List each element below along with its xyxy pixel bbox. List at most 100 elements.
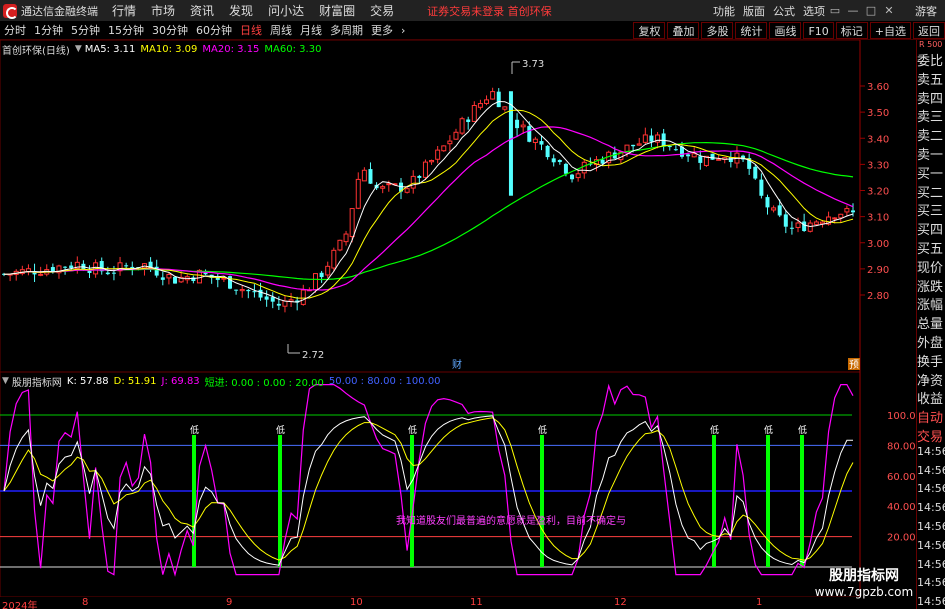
candle-body	[581, 161, 587, 174]
menu-item-xuanxiang[interactable]: 选项	[803, 3, 825, 19]
candle-body	[753, 166, 758, 179]
menu-item-hangqing[interactable]: 行情	[112, 2, 136, 19]
candlesticks	[2, 87, 855, 313]
candle-body	[258, 289, 263, 298]
multi-stock-button[interactable]: 多股	[701, 21, 734, 39]
period-multi[interactable]: 多周期	[326, 22, 367, 39]
guest-user[interactable]: 游客	[915, 3, 937, 19]
close-icon[interactable]: ✕	[881, 4, 897, 17]
indicator-toggle-icon[interactable]: ▼	[2, 376, 9, 386]
menu-item-faxian[interactable]: 发现	[229, 2, 253, 19]
side-label: 14:56	[917, 576, 945, 590]
window-menu-icon[interactable]: ▭	[827, 4, 843, 17]
signal-label: 低	[710, 424, 719, 436]
signal-label: 低	[408, 424, 417, 436]
d-line	[3, 417, 854, 561]
kdj-tick-label: 60.00	[887, 472, 916, 483]
back-button[interactable]: 返回	[913, 21, 945, 39]
menu-item-gongshi[interactable]: 公式	[773, 3, 795, 19]
candle-body	[124, 265, 129, 267]
menu-item-gongneng[interactable]: 功能	[713, 3, 735, 19]
watermark-url: www.7gpzb.com	[814, 585, 914, 599]
d-value: D: 51.91	[113, 375, 157, 387]
overlay-button[interactable]: 叠加	[667, 21, 700, 39]
price-tick-label: 2.90	[867, 265, 889, 276]
candle-body	[631, 144, 636, 147]
price-tick-label: 3.20	[867, 187, 889, 198]
candle-body	[173, 276, 178, 284]
candle-body	[851, 210, 855, 213]
candle-body	[636, 143, 642, 146]
period-daily[interactable]: 日线	[236, 22, 266, 39]
candle-body	[832, 217, 838, 220]
x-label-aug: 8	[82, 597, 89, 608]
candle-body	[532, 138, 538, 143]
minimize-icon[interactable]: —	[845, 4, 861, 17]
price-tick-label: 3.10	[867, 213, 889, 224]
dropdown-arrow-icon[interactable]: ▼	[75, 44, 82, 54]
period-5min[interactable]: 5分钟	[67, 22, 104, 39]
candle-body	[252, 291, 257, 293]
menu-item-banmian[interactable]: 版面	[743, 3, 765, 19]
candle-body	[520, 124, 526, 128]
kdj-legend: ▼ 股朋指标网 K: 57.88 D: 51.91 J: 69.83 短进: 0…	[2, 374, 446, 389]
period-30min[interactable]: 30分钟	[148, 22, 192, 39]
side-label: 卖五	[917, 72, 944, 88]
period-15min[interactable]: 15分钟	[104, 22, 148, 39]
fuquan-button[interactable]: 复权	[633, 21, 666, 39]
candle-body	[276, 303, 281, 306]
x-label-oct: 10	[350, 597, 363, 608]
side-label: 14:56	[917, 595, 945, 609]
period-monthly[interactable]: 月线	[296, 22, 326, 39]
price-tick-label: 3.00	[867, 239, 889, 250]
draw-line-button[interactable]: 画线	[769, 21, 802, 39]
candle-body	[404, 188, 410, 193]
chevron-right-icon[interactable]: ›	[397, 22, 409, 39]
side-label: 14:56	[917, 501, 945, 515]
signal-bar	[800, 435, 804, 567]
period-60min[interactable]: 60分钟	[192, 22, 236, 39]
chart-canvas[interactable]: 3.60 3.50 3.40 3.30 3.20 3.10 3.00 2.90 2.80 3.7…	[0, 40, 916, 597]
menu-item-shichang[interactable]: 市场	[151, 2, 175, 19]
trade-login-warning[interactable]: 证券交易未登录 首创环保	[427, 3, 552, 19]
candle-body	[477, 103, 483, 108]
candle-body	[429, 160, 435, 163]
candle-body	[325, 265, 331, 276]
candle-body	[87, 270, 92, 273]
indicator-name[interactable]: 股朋指标网	[12, 374, 62, 389]
menu-item-jiaoyi[interactable]: 交易	[370, 2, 394, 19]
x-label-dec: 12	[614, 597, 627, 608]
mark-button[interactable]: 标记	[835, 21, 868, 39]
kdj-note: 我知道股友们最普遍的意愿就是盈利，目前不确定与	[396, 514, 626, 527]
price-axis: 3.60 3.50 3.40 3.30 3.20 3.10 3.00 2.90 2.80	[860, 82, 889, 302]
period-weekly[interactable]: 周线	[266, 22, 296, 39]
menu-item-wenxiaoda[interactable]: 问小达	[268, 2, 304, 19]
period-fenshi[interactable]: 分时	[0, 22, 30, 39]
price-tick-label: 3.60	[867, 82, 889, 93]
add-watchlist-button[interactable]: +自选	[869, 21, 911, 39]
side-label: 卖四	[917, 91, 944, 107]
menu-item-zixun[interactable]: 资讯	[190, 2, 214, 19]
candle-body	[515, 119, 520, 129]
app-title: 通达信金融终端	[21, 4, 98, 18]
level-values: 50.00 : 80.00 : 100.00	[328, 375, 441, 387]
price-tick-label: 3.30	[867, 160, 889, 171]
candle-body	[105, 272, 110, 275]
candle-body	[50, 267, 55, 272]
forecast-marker[interactable]: 预	[849, 359, 859, 371]
menu-item-caifuquan[interactable]: 财富圈	[319, 2, 355, 19]
side-label: 14:56	[917, 444, 945, 458]
period-more[interactable]: 更多	[367, 22, 397, 39]
f10-button[interactable]: F10	[803, 21, 834, 39]
period-1min[interactable]: 1分钟	[30, 22, 67, 39]
candle-body	[527, 126, 532, 142]
candle-body	[300, 289, 306, 305]
candle-body	[313, 273, 319, 291]
stats-button[interactable]: 统计	[735, 21, 768, 39]
financial-report-marker[interactable]: 财	[452, 358, 462, 371]
side-label: 现价	[917, 260, 944, 276]
maximize-icon[interactable]: □	[863, 4, 879, 17]
candle-body	[502, 106, 508, 110]
stock-name[interactable]: 首创环保(日线)	[2, 42, 70, 57]
signal-bar	[278, 435, 282, 567]
